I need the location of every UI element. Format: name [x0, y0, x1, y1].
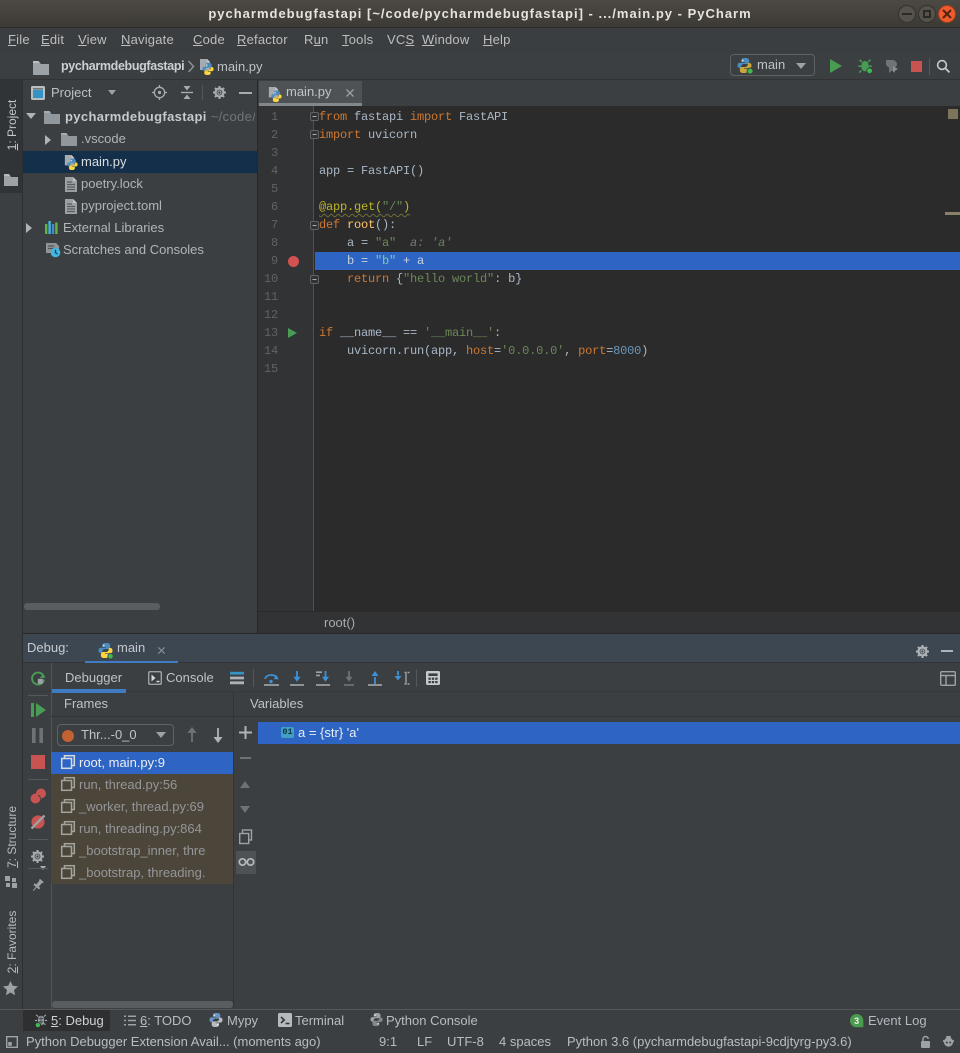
svg-text:3: 3	[854, 1016, 859, 1026]
